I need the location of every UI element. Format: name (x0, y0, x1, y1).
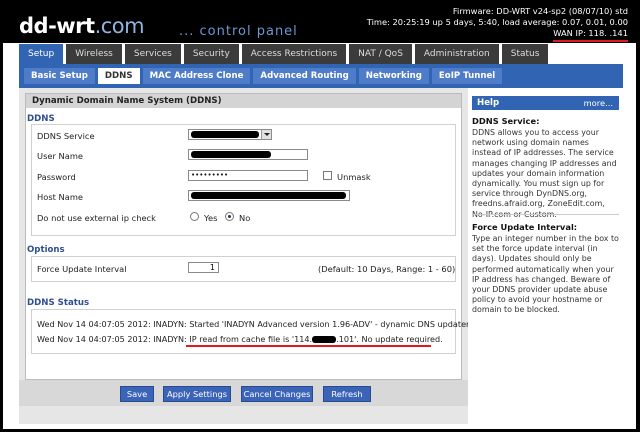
status-log-line-2: Wed Nov 14 04:07:05 2012: INADYN: IP rea… (37, 334, 443, 344)
user-name-input[interactable] (188, 149, 308, 160)
subtab-eoip-tunnel[interactable]: EoIP Tunnel (431, 68, 503, 84)
uptime-info: Time: 20:25:19 up 5 days, 5:40, load ave… (366, 17, 628, 27)
host-name-label: Host Name (37, 192, 84, 202)
tab-wireless[interactable]: Wireless (66, 44, 122, 64)
firmware-version: Firmware: DD-WRT v24-sp2 (08/07/10) std (452, 6, 628, 16)
ddns-status-box (31, 309, 456, 354)
help-force-update-text: Type an integer number in the box to set… (472, 234, 619, 315)
main-content: Dynamic Domain Name System (DDNS) DDNS D… (19, 88, 471, 424)
external-ip-yes-radio[interactable] (190, 212, 199, 221)
unmask-label: Unmask (337, 172, 371, 182)
help-header: Help more... (472, 96, 619, 110)
ddwrt-logo: dd-wrt.com (19, 14, 145, 38)
ddns-service-label: DDNS Service (37, 131, 95, 141)
ddns-service-select[interactable] (188, 129, 272, 140)
help-separator (472, 214, 619, 215)
no-external-ip-label: Do not use external ip check (37, 213, 156, 223)
sub-nav-strip: Basic Setup DDNS MAC Address Clone Advan… (19, 64, 623, 88)
help-ddns-service-text: DDNS allows you to access your network u… (472, 128, 617, 219)
apply-settings-button[interactable]: Apply Settings (163, 386, 231, 402)
help-title: Help (477, 98, 500, 108)
main-nav-tabs: Setup Wireless Services Security Access … (19, 44, 551, 64)
subtab-mac-address-clone[interactable]: MAC Address Clone (142, 68, 251, 84)
unmask-checkbox[interactable] (323, 171, 332, 180)
watermark: #319683 (598, 420, 636, 430)
log-line-2-ip-start: IP read from cache file is '114. (189, 334, 313, 344)
sub-nav-tabs: Basic Setup DDNS MAC Address Clone Advan… (24, 68, 505, 84)
force-update-interval-label: Force Update Interval (37, 264, 127, 274)
subtab-advanced-routing[interactable]: Advanced Routing (253, 68, 356, 84)
force-update-interval-input[interactable]: 1 (188, 262, 219, 273)
password-label: Password (37, 172, 76, 182)
redacted-service (191, 131, 259, 138)
status-log-line-1: Wed Nov 14 04:07:05 2012: INADYN: Starte… (37, 319, 472, 329)
help-sidebar: Help more... DDNS Service: DDNS allows y… (468, 88, 623, 424)
help-ddns-service-heading: DDNS Service: (472, 116, 540, 126)
red-underline (186, 345, 431, 347)
external-ip-no-radio[interactable] (225, 212, 234, 221)
section-ddns-status-title: DDNS Status (27, 298, 90, 308)
redacted-hostname (191, 192, 346, 199)
subtab-networking[interactable]: Networking (358, 68, 429, 84)
panel-title: Dynamic Domain Name System (DDNS) (26, 94, 461, 108)
log-line-2-ip-end: .101'. No update required. (336, 334, 443, 344)
help-more-link[interactable]: more... (584, 96, 613, 110)
tab-security[interactable]: Security (183, 44, 239, 64)
tab-services[interactable]: Services (124, 44, 181, 64)
force-update-hint: (Default: 10 Days, Range: 1 - 60) (318, 264, 456, 274)
log-line-2-prefix: Wed Nov 14 04:07:05 2012: INADYN: (37, 334, 190, 344)
logo-dotcom-text: .com (94, 14, 145, 38)
no-label: No (239, 213, 251, 223)
system-info: Firmware: DD-WRT v24-sp2 (08/07/10) std … (367, 6, 628, 42)
tab-nat-qos[interactable]: NAT / QoS (349, 44, 412, 64)
section-ddns-title: DDNS (27, 114, 55, 124)
help-force-update-heading: Force Update Interval: (472, 222, 578, 232)
browser-frame: dd-wrt.com ... control panel Firmware: D… (3, 3, 636, 429)
chevron-down-icon (261, 130, 271, 139)
tab-administration[interactable]: Administration (414, 44, 499, 64)
redacted-ip (312, 336, 337, 343)
logo-main-text: dd-wrt (19, 14, 95, 38)
save-button[interactable]: Save (120, 386, 154, 402)
refresh-button[interactable]: Refresh (323, 386, 371, 402)
cancel-changes-button[interactable]: Cancel Changes (241, 386, 313, 402)
tab-access-restrictions[interactable]: Access Restrictions (241, 44, 347, 64)
wan-ip: WAN IP: 118. .141 (553, 28, 628, 42)
user-name-label: User Name (37, 151, 84, 161)
page-header: dd-wrt.com ... control panel Firmware: D… (3, 3, 636, 43)
tab-setup[interactable]: Setup (19, 44, 64, 64)
password-input[interactable]: ••••••••• (188, 170, 308, 181)
subtab-ddns[interactable]: DDNS (97, 68, 140, 84)
ddns-panel: Dynamic Domain Name System (DDNS) DDNS D… (25, 93, 471, 380)
section-options-title: Options (27, 245, 65, 255)
redacted-username (191, 151, 271, 158)
host-name-input[interactable] (188, 190, 350, 201)
subtab-basic-setup[interactable]: Basic Setup (24, 68, 95, 84)
tab-status[interactable]: Status (501, 44, 549, 64)
control-panel-subtitle: ... control panel (179, 24, 298, 39)
yes-label: Yes (204, 213, 218, 223)
